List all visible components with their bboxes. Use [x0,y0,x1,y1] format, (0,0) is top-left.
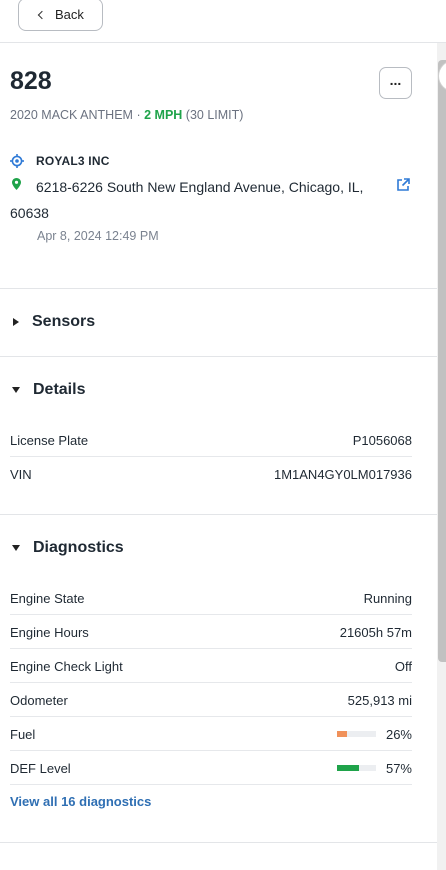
caret-right-icon [13,318,19,326]
vehicle-speed: 2 MPH [144,108,183,122]
company-name: ROYAL3 INC [36,154,110,168]
diagnostic-label: Odometer [10,692,68,708]
chevron-left-icon [37,10,47,20]
section-divider [0,514,437,515]
diagnostic-row-engine-check-light: Engine Check Light Off [10,649,412,683]
def-gauge: 57% [336,760,412,776]
top-bar: Back [0,0,446,43]
section-divider [0,356,437,357]
vehicle-address: 6218-6226 South New England Avenue, Chic… [10,179,364,221]
def-level-bar [336,765,376,771]
fuel-level-fill [336,731,348,737]
diagnostic-row-def-level: DEF Level 57% [10,751,412,785]
section-title-details: Details [33,381,86,398]
section-divider [0,288,437,289]
section-title-diagnostics: Diagnostics [33,539,124,556]
sensors-section-header[interactable]: Sensors [10,313,95,331]
section-divider [0,842,437,843]
subtitle-separator: · [136,108,141,122]
diagnostic-row-engine-hours: Engine Hours 21605h 57m [10,615,412,649]
external-link-icon[interactable] [396,178,410,192]
diagnostic-label: Engine State [10,590,85,606]
detail-value: 1M1AN4GY0LM017936 [273,466,412,482]
section-title-sensors: Sensors [32,313,96,330]
detail-value: P1056068 [352,432,412,448]
crosshair-icon [10,154,24,168]
fuel-gauge: 26% [336,726,412,742]
def-level-fill [336,765,360,771]
speed-limit: (30 LIMIT) [185,108,244,122]
diagnostic-row-fuel: Fuel 26% [10,717,412,751]
detail-label: VIN [10,466,32,482]
scrollbar-thumb[interactable] [438,60,446,662]
detail-row-license-plate: License Plate P1056068 [10,423,412,457]
more-horizontal-icon: ... [389,72,402,88]
diagnostics-section-header[interactable]: Diagnostics [10,539,124,557]
details-section-header[interactable]: Details [10,381,85,399]
vehicle-name: 828 [10,67,52,95]
location-timestamp: Apr 8, 2024 12:49 PM [37,229,159,243]
detail-label: License Plate [10,432,89,448]
vehicle-detail-panel: Back 828 ... 2020 MACK ANTHEM · 2 MPH (3… [0,0,446,870]
caret-down-icon [12,387,20,393]
diagnostic-row-odometer: Odometer 525,913 mi [10,683,412,717]
company-row: ROYAL3 INC [10,154,110,168]
diagnostic-row-engine-state: Engine State Running [10,581,412,615]
diagnostic-label: Fuel [10,726,36,742]
view-all-diagnostics-link[interactable]: View all 16 diagnostics [10,794,151,809]
back-button[interactable]: Back [18,0,103,31]
vehicle-subtitle: 2020 MACK ANTHEM · 2 MPH (30 LIMIT) [10,108,243,122]
fuel-level-bar [336,731,376,737]
back-label: Back [55,7,84,22]
diagnostic-value: Running [363,590,412,606]
diagnostic-label: Engine Hours [10,624,89,640]
more-options-button[interactable]: ... [379,67,412,99]
caret-down-icon [12,545,20,551]
diagnostic-value: 525,913 mi [347,692,412,708]
diagnostic-label: DEF Level [10,760,71,776]
diagnostic-value: Off [394,658,412,674]
vehicle-model: 2020 MACK ANTHEM [10,108,133,122]
def-value: 57% [385,760,412,776]
diagnostic-value: 21605h 57m [339,624,412,640]
fuel-value: 26% [385,726,412,742]
detail-row-vin: VIN 1M1AN4GY0LM017936 [10,457,412,491]
diagnostic-label: Engine Check Light [10,658,123,674]
row-divider [10,784,412,785]
